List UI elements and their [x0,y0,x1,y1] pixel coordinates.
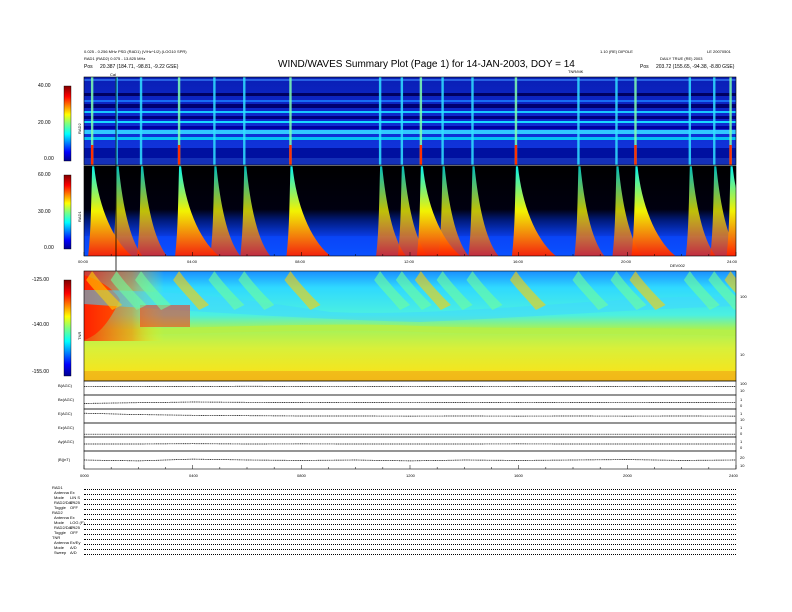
rad1-burst-mark [726,166,736,256]
rad2-burst-core [90,145,94,165]
rad2-burst-mark [243,77,246,165]
line-series-5 [83,458,737,462]
line-right-tick: 1 [740,439,743,444]
line-right-tick: 1 [740,425,743,430]
line-time-tick: 0800 [297,473,306,478]
rad2-burst-mark [400,77,404,165]
rad-time-tick: 24:00 [727,259,738,264]
footer-row-key: Sweep [54,550,67,555]
line-series-1 [83,401,737,404]
line-label-bx: Bx(AGC) [58,397,74,402]
line-label-ay: Ay(AGC) [58,439,74,444]
rad-time-tick: 12:00 [404,259,415,264]
rad2-colorbar [63,85,72,162]
line-label-b: B(AGC) [58,383,72,388]
footer-row-value: A/D [70,550,77,555]
rad2-burst-core [419,145,423,165]
line-time-tick: 0000 [80,473,89,478]
line-right-tick: 0 [740,445,743,450]
line-right-tick: 10 [740,388,745,393]
footer-row-value: OFF [70,505,78,510]
rad2-burst-core [177,145,181,165]
rad2-burst-mark [213,77,216,165]
line-label-ez: Ez(AGC) [58,425,74,430]
rad1-tick-bot: 0.00 [44,245,54,251]
footer-dotted-line [84,554,736,555]
line-label-e: E(AGC) [58,411,72,416]
rad2-burst-mark [471,77,474,165]
footer-dotted-line [84,529,736,530]
rad2-spectrogram [84,77,736,165]
summary-plot-svg [63,76,737,470]
rad-time-tick: 16:00 [513,259,524,264]
line-label-bmag: |B|(nT) [58,457,71,462]
rad-time-tick: 04:00 [187,259,198,264]
tnr-tick-top: -125.00 [32,277,49,283]
tnr-tick-bot: -155.00 [32,369,49,375]
rad-time-tick: 00:00 [78,259,89,264]
rad2-burst-mark [713,77,716,165]
tnr-right-tick-10: 10 [740,352,745,357]
line-right-tick: 10 [740,463,745,468]
line-right-tick: 20 [740,455,745,460]
rad2-burst-core [729,145,732,165]
rad1-axis-label: RAD1 [77,211,82,222]
rad1-tick-top: 60.00 [38,172,51,178]
rad2-burst-mark [378,77,382,165]
line-time-tick: 0400 [189,473,198,478]
footer-dotted-line [84,494,736,495]
rad2-burst-core [634,145,637,165]
tnr-axis-label: TNR [77,331,82,340]
rad-time-tick: 08:00 [295,259,306,264]
footer-dotted-line [84,549,736,550]
line-time-tick: 2400 [729,473,738,478]
footer-dotted-line [84,499,736,500]
line-series-2 [83,412,737,417]
line-panel-frame [83,380,737,396]
line-time-tick: 1600 [514,473,523,478]
line-right-tick: 1 [740,411,743,416]
rad1-colorbar [63,174,72,250]
footer-dotted-line [84,539,736,540]
rad-time-extra: DEV002 [670,263,685,268]
footer-dotted-line [84,534,736,535]
rad2-tick-bot: 0.00 [44,156,54,162]
rad2-burst-core [514,145,518,165]
rad-time-tick: 20:00 [621,259,632,264]
footer-row-value: OFF [70,530,78,535]
footer-dotted-line [84,489,736,490]
tnr-right-tick-100: 100 [740,294,747,299]
tnr-tick-mid: -140.00 [32,322,49,328]
tnr-colorbar [63,279,72,377]
footer-dotted-line [84,519,736,520]
line-right-tick: 0 [740,403,743,408]
rad2-tick-top: 40.00 [38,83,51,89]
rad2-burst-core [289,145,292,165]
footer-dotted-line [84,524,736,525]
footer-dotted-line [84,509,736,510]
rad2-axis-label: RAD2 [77,123,82,134]
line-right-tick: 0 [740,431,743,436]
line-right-tick: 10 [740,417,745,422]
footer-dotted-line [84,514,736,515]
line-right-tick: 100 [740,381,747,386]
rad2-burst-mark [441,77,444,165]
rad1-tick-mid: 30.00 [38,209,51,215]
rad2-burst-mark [615,77,618,165]
rad2-burst-mark [688,77,692,165]
line-panel-frame [83,422,737,438]
footer-dotted-line [84,544,736,545]
rad2-burst-mark [139,77,143,165]
rad2-burst-mark [577,77,580,165]
line-plot-panels [83,380,737,470]
line-time-tick: 2000 [623,473,632,478]
rad2-tick-mid: 20.00 [38,120,51,126]
line-time-tick: 1200 [406,473,415,478]
footer-dotted-line [84,504,736,505]
line-right-tick: 1 [740,397,743,402]
